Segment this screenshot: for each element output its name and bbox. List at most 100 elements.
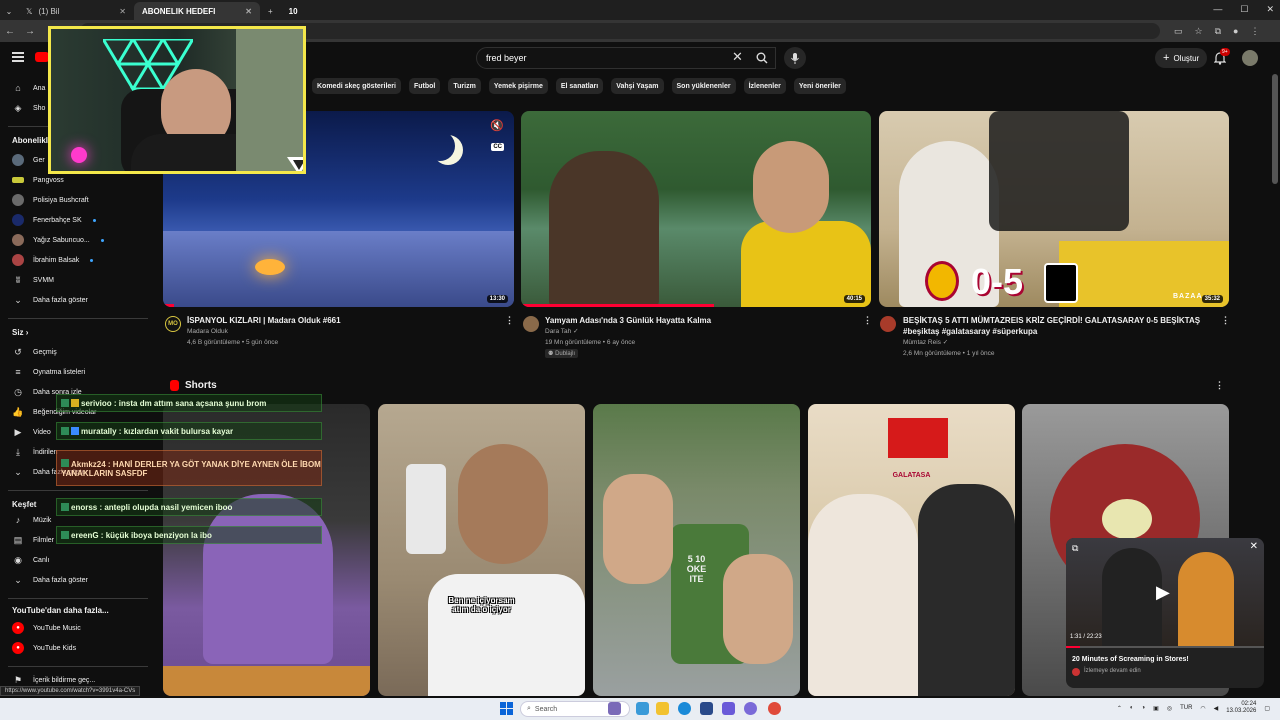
- video-title[interactable]: Yamyam Adası'nda 3 Günlük Hayatta Kalma: [545, 315, 845, 326]
- sidebar-sub-5[interactable]: Yağız Sabuncuo...: [12, 232, 104, 248]
- search-input[interactable]: fred beyer: [476, 47, 776, 69]
- sidebar-item-live[interactable]: ◉ Canlı: [12, 552, 49, 568]
- cc-icon[interactable]: CC: [491, 143, 504, 151]
- miniplayer-title[interactable]: 20 Minutes of Screaming in Stores!: [1072, 656, 1189, 663]
- sidebar-item-shorts[interactable]: ◈ Sho: [12, 100, 46, 116]
- forward-icon[interactable]: →: [20, 26, 40, 37]
- browser-tab-1[interactable]: 𝕏 (1) Bil ✕: [18, 2, 134, 20]
- notification-icon[interactable]: ▢: [1264, 705, 1270, 712]
- chip[interactable]: İzlenenler: [743, 78, 786, 94]
- voice-search-button[interactable]: [784, 47, 806, 69]
- taskbar-app-icon[interactable]: [608, 702, 621, 715]
- browser-tab-2[interactable]: ABONELIK HEDEFI ✕: [134, 2, 260, 20]
- chip[interactable]: Yeni öneriler: [793, 78, 846, 94]
- search-button[interactable]: [746, 47, 778, 69]
- sidebar-sub-3[interactable]: Polisiya Bushcraft: [12, 192, 89, 208]
- taskbar-app-icon[interactable]: [700, 702, 713, 715]
- sidebar-sub-7[interactable]: ʬ SVMM: [12, 272, 54, 288]
- sidebar-item-videos[interactable]: ▶ Video: [12, 424, 51, 440]
- play-icon[interactable]: ▶: [1156, 582, 1170, 603]
- chevron-up-icon[interactable]: ⌃: [1117, 705, 1122, 712]
- channel-name[interactable]: Dara Tah ✓: [545, 326, 579, 337]
- back-icon[interactable]: ←: [0, 26, 20, 37]
- mute-icon[interactable]: 🔇: [490, 119, 504, 132]
- cast-icon[interactable]: ▭: [1174, 26, 1183, 37]
- chip[interactable]: El sanatları: [555, 78, 604, 94]
- sidebar-item-films[interactable]: ▤ Filmler: [12, 532, 54, 548]
- sidebar-item-history[interactable]: ↺ Geçmiş: [12, 344, 57, 360]
- new-tab-button[interactable]: +: [260, 2, 281, 20]
- sidebar-more-subs[interactable]: ⌄ Daha fazla göster: [12, 292, 88, 308]
- sidebar-sub-2[interactable]: Pangvoss: [12, 172, 64, 188]
- chip[interactable]: Futbol: [408, 78, 441, 94]
- discord-icon[interactable]: [722, 702, 735, 715]
- tray-app-icon[interactable]: ◎: [1167, 705, 1172, 712]
- channel-avatar[interactable]: MO: [165, 316, 181, 332]
- tab-menu[interactable]: ⌄: [0, 2, 18, 20]
- channel-name[interactable]: Mümtaz Reis ✓: [903, 337, 948, 348]
- subscriptions-header[interactable]: Abonelikle: [12, 136, 52, 145]
- video-hashtags[interactable]: #beşiktaş #galatasaray #süperkupa: [903, 326, 1213, 337]
- volume-icon[interactable]: ◀: [1214, 705, 1219, 712]
- menu-icon[interactable]: ⋮: [1250, 26, 1259, 37]
- video-thumbnail[interactable]: 40:15: [521, 111, 871, 307]
- short-card[interactable]: Ben ne içiyorsam atım da o içiyor: [378, 404, 585, 696]
- sidebar-item-playlists[interactable]: ≡ Oynatma listeleri: [12, 364, 85, 380]
- account-avatar[interactable]: [1242, 50, 1258, 66]
- expand-icon[interactable]: ⧉: [1072, 543, 1078, 554]
- language-indicator[interactable]: TUR: [1180, 705, 1192, 711]
- taskbar-app-icon[interactable]: [744, 702, 757, 715]
- tray-app-icon[interactable]: ◐: [1130, 705, 1134, 711]
- sidebar-more-explore[interactable]: ⌄ Daha fazla göster: [12, 572, 88, 588]
- extensions-icon[interactable]: ⧉: [1215, 26, 1221, 37]
- close-icon[interactable]: ✕: [119, 7, 126, 16]
- miniplayer-video[interactable]: ▶ ⧉ ✕ 1:31 / 22:23: [1066, 538, 1264, 648]
- video-title[interactable]: İSPANYOL KIZLARI | Madara Olduk #661: [187, 315, 497, 326]
- chip[interactable]: Son yüklenenler: [671, 78, 736, 94]
- tray-app-icon[interactable]: ▣: [1153, 705, 1159, 712]
- clock[interactable]: 02:24 13.03.2026: [1226, 701, 1256, 715]
- youtube-logo-icon[interactable]: [35, 52, 49, 62]
- you-header[interactable]: Siz ›: [12, 328, 28, 337]
- close-icon[interactable]: ✕: [1250, 541, 1258, 552]
- more-options-icon[interactable]: ⋮: [505, 315, 514, 326]
- page-scrollbar[interactable]: [1272, 74, 1278, 184]
- short-card[interactable]: [163, 404, 370, 696]
- create-button[interactable]: + Oluştur: [1155, 48, 1208, 68]
- more-options-icon[interactable]: ⋮: [863, 315, 872, 326]
- taskbar-app-icon[interactable]: [636, 702, 649, 715]
- video-title[interactable]: BEŞİKTAŞ 5 ATTI MÜMTAZREIS KRİZ GEÇİRDİ!…: [903, 315, 1213, 326]
- channel-avatar[interactable]: [880, 316, 896, 332]
- windows-start-icon[interactable]: [500, 702, 513, 715]
- close-icon[interactable]: ✕: [245, 7, 252, 16]
- short-card[interactable]: 5 10 OKE ITE: [593, 404, 800, 696]
- browser-tab-3[interactable]: 10: [281, 2, 351, 20]
- chip[interactable]: Vahşi Yaşam: [611, 78, 664, 94]
- more-options-icon[interactable]: ⋮: [1221, 315, 1230, 326]
- folder-icon[interactable]: [656, 702, 669, 715]
- video-thumbnail[interactable]: 0-5 BAZAA 35:32: [879, 111, 1229, 307]
- star-icon[interactable]: ☆: [1195, 26, 1203, 37]
- short-card[interactable]: GALATASA: [808, 404, 1015, 696]
- sidebar-sub-1[interactable]: Ger: [12, 152, 45, 168]
- sidebar-item-music[interactable]: ♪ Müzik: [12, 512, 52, 528]
- hamburger-icon[interactable]: [12, 52, 24, 62]
- sidebar-item-yt-music[interactable]: ● YouTube Music: [12, 620, 81, 636]
- sidebar-sub-6[interactable]: İbrahim Balsak: [12, 252, 94, 268]
- sidebar-sub-4[interactable]: Fenerbahçe SK: [12, 212, 96, 228]
- sidebar-item-downloads[interactable]: ⤓ İndirilen: [12, 444, 58, 460]
- sidebar-item-home[interactable]: ⌂ Ana: [12, 80, 45, 96]
- close-window-icon[interactable]: ✕: [1266, 4, 1274, 15]
- minimize-icon[interactable]: —: [1213, 4, 1222, 15]
- chip[interactable]: Komedi skeç gösterileri: [312, 78, 401, 94]
- profile-icon[interactable]: ●: [1233, 26, 1238, 37]
- chrome-icon[interactable]: [768, 702, 781, 715]
- tray-app-icon[interactable]: ◑: [1142, 705, 1146, 711]
- chip[interactable]: Turizm: [448, 78, 481, 94]
- maximize-icon[interactable]: ☐: [1240, 4, 1248, 15]
- channel-avatar[interactable]: [523, 316, 539, 332]
- sidebar-item-yt-kids[interactable]: ● YouTube Kids: [12, 640, 76, 656]
- clear-search-icon[interactable]: ✕: [732, 49, 743, 65]
- miniplayer[interactable]: ▶ ⧉ ✕ 1:31 / 22:23 20 Minutes of Screami…: [1066, 538, 1264, 688]
- chip[interactable]: Yemek pişirme: [488, 78, 548, 94]
